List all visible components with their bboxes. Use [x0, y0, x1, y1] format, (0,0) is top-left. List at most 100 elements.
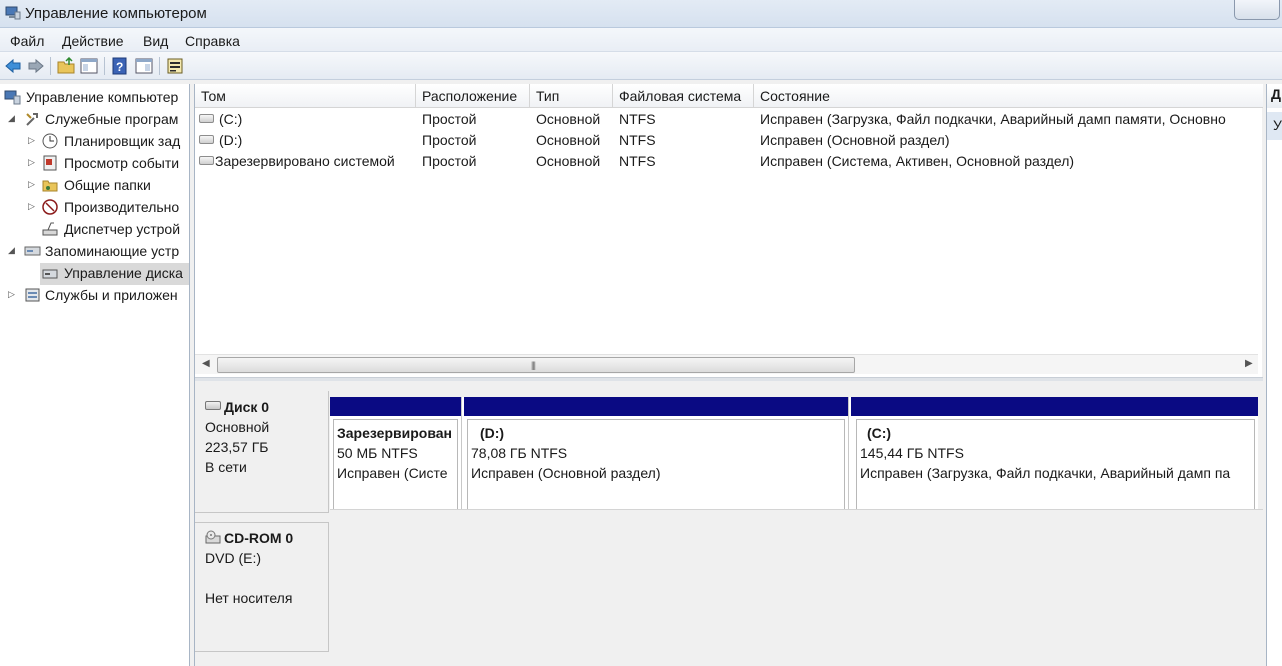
shared-folder-icon: [42, 180, 58, 192]
svg-text:?: ?: [116, 60, 123, 74]
disk-management-icon: [42, 269, 58, 279]
cdrom-state: Нет носителя: [205, 590, 293, 606]
volume-name: Зарезервировано системой: [215, 153, 395, 169]
partition-title: (D:): [480, 425, 505, 441]
volume-fs: NTFS: [619, 132, 656, 148]
column-header-layout[interactable]: Расположение: [416, 84, 530, 108]
clock-icon: [42, 133, 58, 149]
tree-item-label: Планировщик зад: [64, 133, 181, 149]
partition-d[interactable]: (D:) 78,08 ГБ NTFS Исправен (Основной ра…: [464, 397, 849, 515]
column-header-volume[interactable]: Том: [195, 84, 416, 108]
partition-size: 78,08 ГБ NTFS: [471, 445, 568, 461]
partition-bar: [330, 397, 461, 416]
partition-c[interactable]: (C:) 145,44 ГБ NTFS Исправен (Загрузка, …: [851, 397, 1258, 515]
disk-name: Диск 0: [224, 399, 270, 415]
performance-icon: [42, 199, 58, 215]
horizontal-scrollbar[interactable]: ◀ ||| ▶: [195, 354, 1258, 374]
tree-item-label: Производительно: [64, 199, 180, 215]
expand-arrow-icon[interactable]: ▷: [8, 289, 18, 299]
actions-header: Д: [1267, 86, 1282, 108]
volume-icon: [199, 135, 214, 144]
show-hide-tree-icon[interactable]: [80, 57, 98, 75]
volume-icon: [199, 156, 214, 165]
volume-fs: NTFS: [619, 153, 656, 169]
expand-arrow-icon[interactable]: ▷: [28, 157, 38, 167]
toolbar: ?: [0, 52, 1282, 80]
expand-arrow-icon[interactable]: ▷: [28, 135, 38, 145]
tree-item-disk-management[interactable]: Управление диска: [40, 263, 189, 285]
tools-icon: [26, 113, 38, 126]
window-title: Управление компьютером: [25, 5, 207, 22]
disk-icon: [205, 401, 221, 410]
cdrom-0-area[interactable]: [330, 509, 1263, 639]
partition-box: (D:) 78,08 ГБ NTFS Исправен (Основной ра…: [467, 419, 845, 513]
tree-item-label: Запоминающие устр: [45, 243, 180, 259]
show-hide-action-pane-icon[interactable]: [135, 57, 153, 75]
column-header-file-system[interactable]: Файловая система: [613, 84, 754, 108]
scroll-left-arrow-icon[interactable]: ◀: [202, 358, 210, 369]
volume-type: Основной: [536, 132, 601, 148]
partition-box: Зарезервирован 50 МБ NTFS Исправен (Сист…: [333, 419, 458, 513]
column-header-status[interactable]: Состояние: [754, 84, 1263, 108]
scrollbar-thumb[interactable]: |||: [217, 357, 855, 373]
expand-arrow-icon[interactable]: ▷: [28, 201, 38, 211]
event-viewer-icon: [43, 155, 57, 171]
up-folder-icon[interactable]: [57, 57, 75, 75]
partition-bar: [851, 397, 1258, 416]
volume-layout: Простой: [422, 132, 477, 148]
scroll-right-arrow-icon[interactable]: ▶: [1245, 358, 1253, 369]
computer-management-icon: [4, 90, 21, 105]
tree-root-label: Управление компьютер: [26, 89, 179, 105]
disk-0-label[interactable]: Диск 0 Основной 223,57 ГБ В сети: [195, 391, 329, 513]
menu-bar: Файл Действие Вид Справка: [0, 28, 1282, 52]
actions-pane: Д У: [1266, 84, 1282, 666]
back-arrow-icon[interactable]: [4, 57, 22, 75]
minimize-button[interactable]: [1234, 0, 1280, 20]
column-header-type[interactable]: Тип: [530, 84, 613, 108]
tree-item-label: Общие папки: [64, 177, 151, 193]
volume-row[interactable]: (D:) Простой Основной NTFS Исправен (Осн…: [195, 130, 1263, 151]
grip-icon: |||: [531, 360, 536, 370]
menu-view[interactable]: Вид: [143, 33, 168, 49]
toolbar-separator: [159, 57, 160, 75]
volume-layout: Простой: [422, 153, 477, 169]
partition-status: Исправен (Систе: [337, 465, 448, 481]
volume-type: Основной: [536, 111, 601, 127]
properties-icon[interactable]: [166, 57, 184, 75]
tree-item-label: Диспетчер устрой: [64, 221, 181, 237]
volume-status: Исправен (Основной раздел): [760, 132, 950, 148]
cdrom-0-label[interactable]: CD-ROM 0 DVD (E:) Нет носителя: [195, 522, 329, 652]
volume-status: Исправен (Загрузка, Файл подкачки, Авари…: [760, 111, 1226, 127]
partition-status: Исправен (Основной раздел): [471, 465, 661, 481]
expand-arrow-icon[interactable]: ▷: [28, 179, 38, 189]
menu-help[interactable]: Справка: [185, 33, 240, 49]
partition-size: 145,44 ГБ NTFS: [860, 445, 964, 461]
main-pane: Том Расположение Тип Файловая система Со…: [194, 84, 1263, 666]
menu-action[interactable]: Действие: [62, 33, 124, 49]
partition-reserved[interactable]: Зарезервирован 50 МБ NTFS Исправен (Сист…: [330, 397, 462, 515]
volume-status: Исправен (Система, Активен, Основной раз…: [760, 153, 1075, 169]
disk-type: Основной: [205, 419, 270, 435]
forward-arrow-icon[interactable]: [27, 57, 45, 75]
volume-name: (C:): [219, 111, 243, 127]
actions-item[interactable]: У: [1267, 112, 1282, 140]
menu-file[interactable]: Файл: [10, 33, 44, 49]
volume-row[interactable]: (C:) Простой Основной NTFS Исправен (Заг…: [195, 109, 1263, 130]
tree-item-label: Службы и приложен: [45, 287, 178, 303]
disk-0-partitions: Зарезервирован 50 МБ NTFS Исправен (Сист…: [330, 397, 1258, 515]
cdrom-icon: [205, 530, 221, 544]
title-bar: Управление компьютером: [0, 0, 1282, 28]
volume-layout: Простой: [422, 111, 477, 127]
help-icon[interactable]: ?: [111, 57, 129, 75]
toolbar-separator: [50, 57, 51, 75]
storage-icon: [24, 246, 41, 256]
toolbar-separator: [104, 57, 105, 75]
volume-row[interactable]: Зарезервировано системой Простой Основно…: [195, 151, 1263, 172]
collapse-arrow-icon[interactable]: ◢: [8, 113, 18, 123]
collapse-arrow-icon[interactable]: ◢: [8, 245, 18, 255]
volume-name: (D:): [219, 132, 243, 148]
tree-item-label: Управление диска: [64, 265, 183, 281]
volume-list-header: Том Расположение Тип Файловая система Со…: [195, 84, 1263, 108]
partition-size: 50 МБ NTFS: [337, 445, 418, 461]
partition-bar: [464, 397, 848, 416]
